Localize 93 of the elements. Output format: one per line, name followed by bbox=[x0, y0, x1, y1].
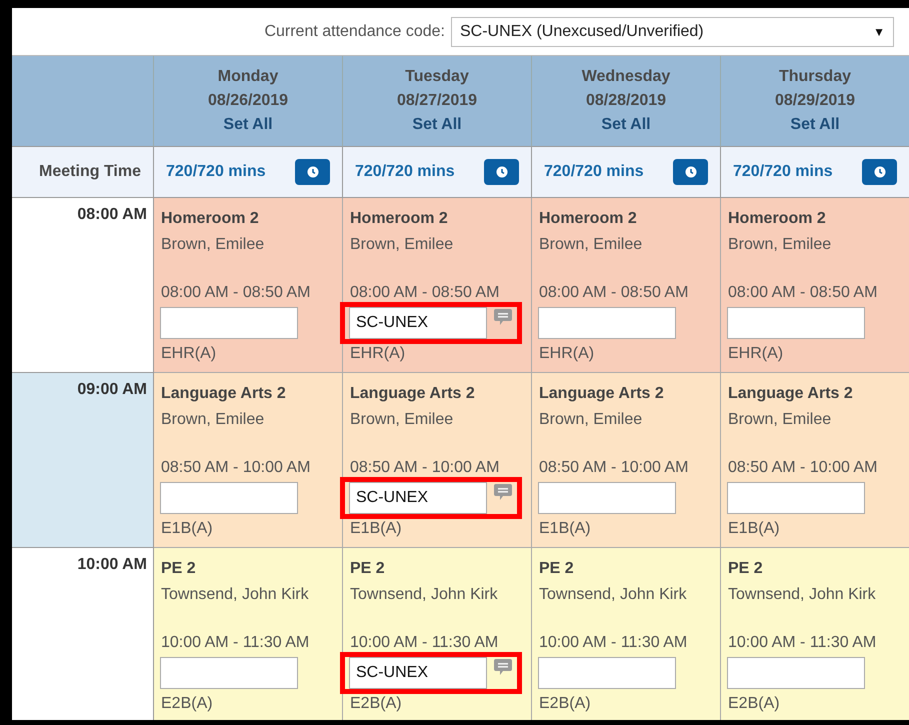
day-date: 08/26/2019 bbox=[208, 92, 288, 110]
day-name: Wednesday bbox=[582, 68, 670, 86]
clock-icon bbox=[496, 166, 508, 178]
class-title: Homeroom 2 bbox=[728, 209, 826, 229]
clock-icon bbox=[684, 166, 696, 178]
class-title: Homeroom 2 bbox=[161, 209, 259, 229]
attendance-input[interactable] bbox=[538, 482, 676, 514]
class-time: 10:00 AM - 11:30 AM bbox=[161, 634, 310, 652]
class-code: E1B(A) bbox=[539, 519, 591, 539]
teacher-name: Townsend, John Kirk bbox=[350, 585, 498, 605]
clock-button[interactable] bbox=[484, 159, 519, 185]
class-title: Language Arts 2 bbox=[161, 384, 286, 404]
class-code: EHR(A) bbox=[161, 344, 216, 364]
class-title: Language Arts 2 bbox=[350, 384, 475, 404]
class-title: Homeroom 2 bbox=[350, 209, 448, 229]
day-date: 08/29/2019 bbox=[774, 92, 856, 110]
class-title: Homeroom 2 bbox=[539, 209, 637, 229]
day-name: Tuesday bbox=[405, 68, 469, 86]
clock-icon bbox=[874, 166, 886, 178]
teacher-name: Brown, Emilee bbox=[728, 410, 832, 430]
meeting-minutes: 720/720 mins bbox=[733, 163, 833, 181]
period-time: 08:00 AM bbox=[77, 206, 147, 225]
class-title: Language Arts 2 bbox=[728, 384, 853, 404]
teacher-name: Brown, Emilee bbox=[539, 410, 642, 430]
class-title: PE 2 bbox=[161, 559, 196, 579]
class-code: EHR(A) bbox=[539, 344, 594, 364]
day-date: 08/27/2019 bbox=[396, 92, 478, 110]
attendance-input[interactable]: SC-UNEX bbox=[349, 657, 487, 689]
teacher-name: Brown, Emilee bbox=[350, 410, 454, 430]
attendance-input[interactable] bbox=[727, 482, 865, 514]
attendance-input[interactable] bbox=[160, 657, 298, 689]
comment-icon[interactable] bbox=[493, 307, 513, 327]
class-time: 10:00 AM - 11:30 AM bbox=[539, 634, 688, 652]
set-all-link[interactable]: Set All bbox=[223, 116, 273, 134]
class-code: E1B(A) bbox=[350, 519, 402, 539]
attendance-input[interactable] bbox=[160, 307, 298, 339]
teacher-name: Brown, Emilee bbox=[161, 410, 264, 430]
clock-button[interactable] bbox=[673, 159, 708, 185]
class-title: PE 2 bbox=[350, 559, 385, 579]
class-time: 08:00 AM - 08:50 AM bbox=[728, 284, 878, 302]
class-code: E1B(A) bbox=[728, 519, 780, 539]
set-all-link[interactable]: Set All bbox=[790, 116, 840, 134]
class-time: 10:00 AM - 11:30 AM bbox=[350, 634, 498, 652]
class-code: E1B(A) bbox=[161, 519, 213, 539]
day-name: Monday bbox=[218, 68, 278, 86]
class-time: 10:00 AM - 11:30 AM bbox=[728, 634, 876, 652]
clock-icon bbox=[306, 166, 318, 178]
attendance-input[interactable] bbox=[727, 307, 865, 339]
day-name: Thursday bbox=[778, 68, 851, 86]
class-code: E2B(A) bbox=[161, 694, 213, 714]
meeting-minutes: 720/720 mins bbox=[544, 163, 644, 181]
class-time: 08:50 AM - 10:00 AM bbox=[539, 459, 688, 477]
teacher-name: Townsend, John Kirk bbox=[161, 585, 309, 605]
attendance-input[interactable]: SC-UNEX bbox=[349, 482, 487, 514]
class-code: EHR(A) bbox=[350, 344, 406, 364]
set-all-link[interactable]: Set All bbox=[601, 116, 651, 134]
meeting-minutes: 720/720 mins bbox=[166, 163, 266, 181]
class-time: 08:50 AM - 10:00 AM bbox=[350, 459, 500, 477]
class-time: 08:00 AM - 08:50 AM bbox=[350, 284, 500, 302]
class-code: E2B(A) bbox=[539, 694, 591, 714]
teacher-name: Townsend, John Kirk bbox=[539, 585, 687, 605]
period-time: 09:00 AM bbox=[77, 381, 147, 400]
comment-icon[interactable] bbox=[493, 482, 513, 502]
attendance-code-label: Current attendance code: bbox=[264, 22, 445, 40]
teacher-name: Brown, Emilee bbox=[728, 235, 832, 255]
class-code: E2B(A) bbox=[350, 694, 402, 714]
attendance-input[interactable] bbox=[160, 482, 298, 514]
class-time: 08:00 AM - 08:50 AM bbox=[161, 284, 310, 302]
set-all-link[interactable]: Set All bbox=[412, 116, 462, 134]
teacher-name: Brown, Emilee bbox=[161, 235, 264, 255]
attendance-code-select[interactable]: SC-UNEX (Unexcused/Unverified) ▼ bbox=[451, 16, 894, 46]
class-time: 08:50 AM - 10:00 AM bbox=[161, 459, 310, 477]
meeting-minutes: 720/720 mins bbox=[355, 163, 455, 181]
clock-button[interactable] bbox=[295, 159, 330, 185]
class-title: Language Arts 2 bbox=[539, 384, 664, 404]
day-date: 08/28/2019 bbox=[586, 92, 666, 110]
teacher-name: Brown, Emilee bbox=[539, 235, 642, 255]
meeting-time-label: Meeting Time bbox=[39, 163, 141, 181]
attendance-input[interactable] bbox=[727, 657, 865, 689]
comment-icon[interactable] bbox=[493, 657, 513, 677]
class-title: PE 2 bbox=[728, 559, 763, 579]
attendance-input[interactable] bbox=[538, 657, 676, 689]
class-time: 08:00 AM - 08:50 AM bbox=[539, 284, 688, 302]
class-code: E2B(A) bbox=[728, 694, 780, 714]
class-time: 08:50 AM - 10:00 AM bbox=[728, 459, 878, 477]
class-code: EHR(A) bbox=[728, 344, 784, 364]
attendance-input[interactable] bbox=[538, 307, 676, 339]
class-title: PE 2 bbox=[539, 559, 574, 579]
clock-button[interactable] bbox=[862, 159, 897, 185]
teacher-name: Townsend, John Kirk bbox=[728, 585, 876, 605]
period-time: 10:00 AM bbox=[77, 556, 147, 575]
teacher-name: Brown, Emilee bbox=[350, 235, 454, 255]
attendance-input[interactable]: SC-UNEX bbox=[349, 307, 487, 339]
